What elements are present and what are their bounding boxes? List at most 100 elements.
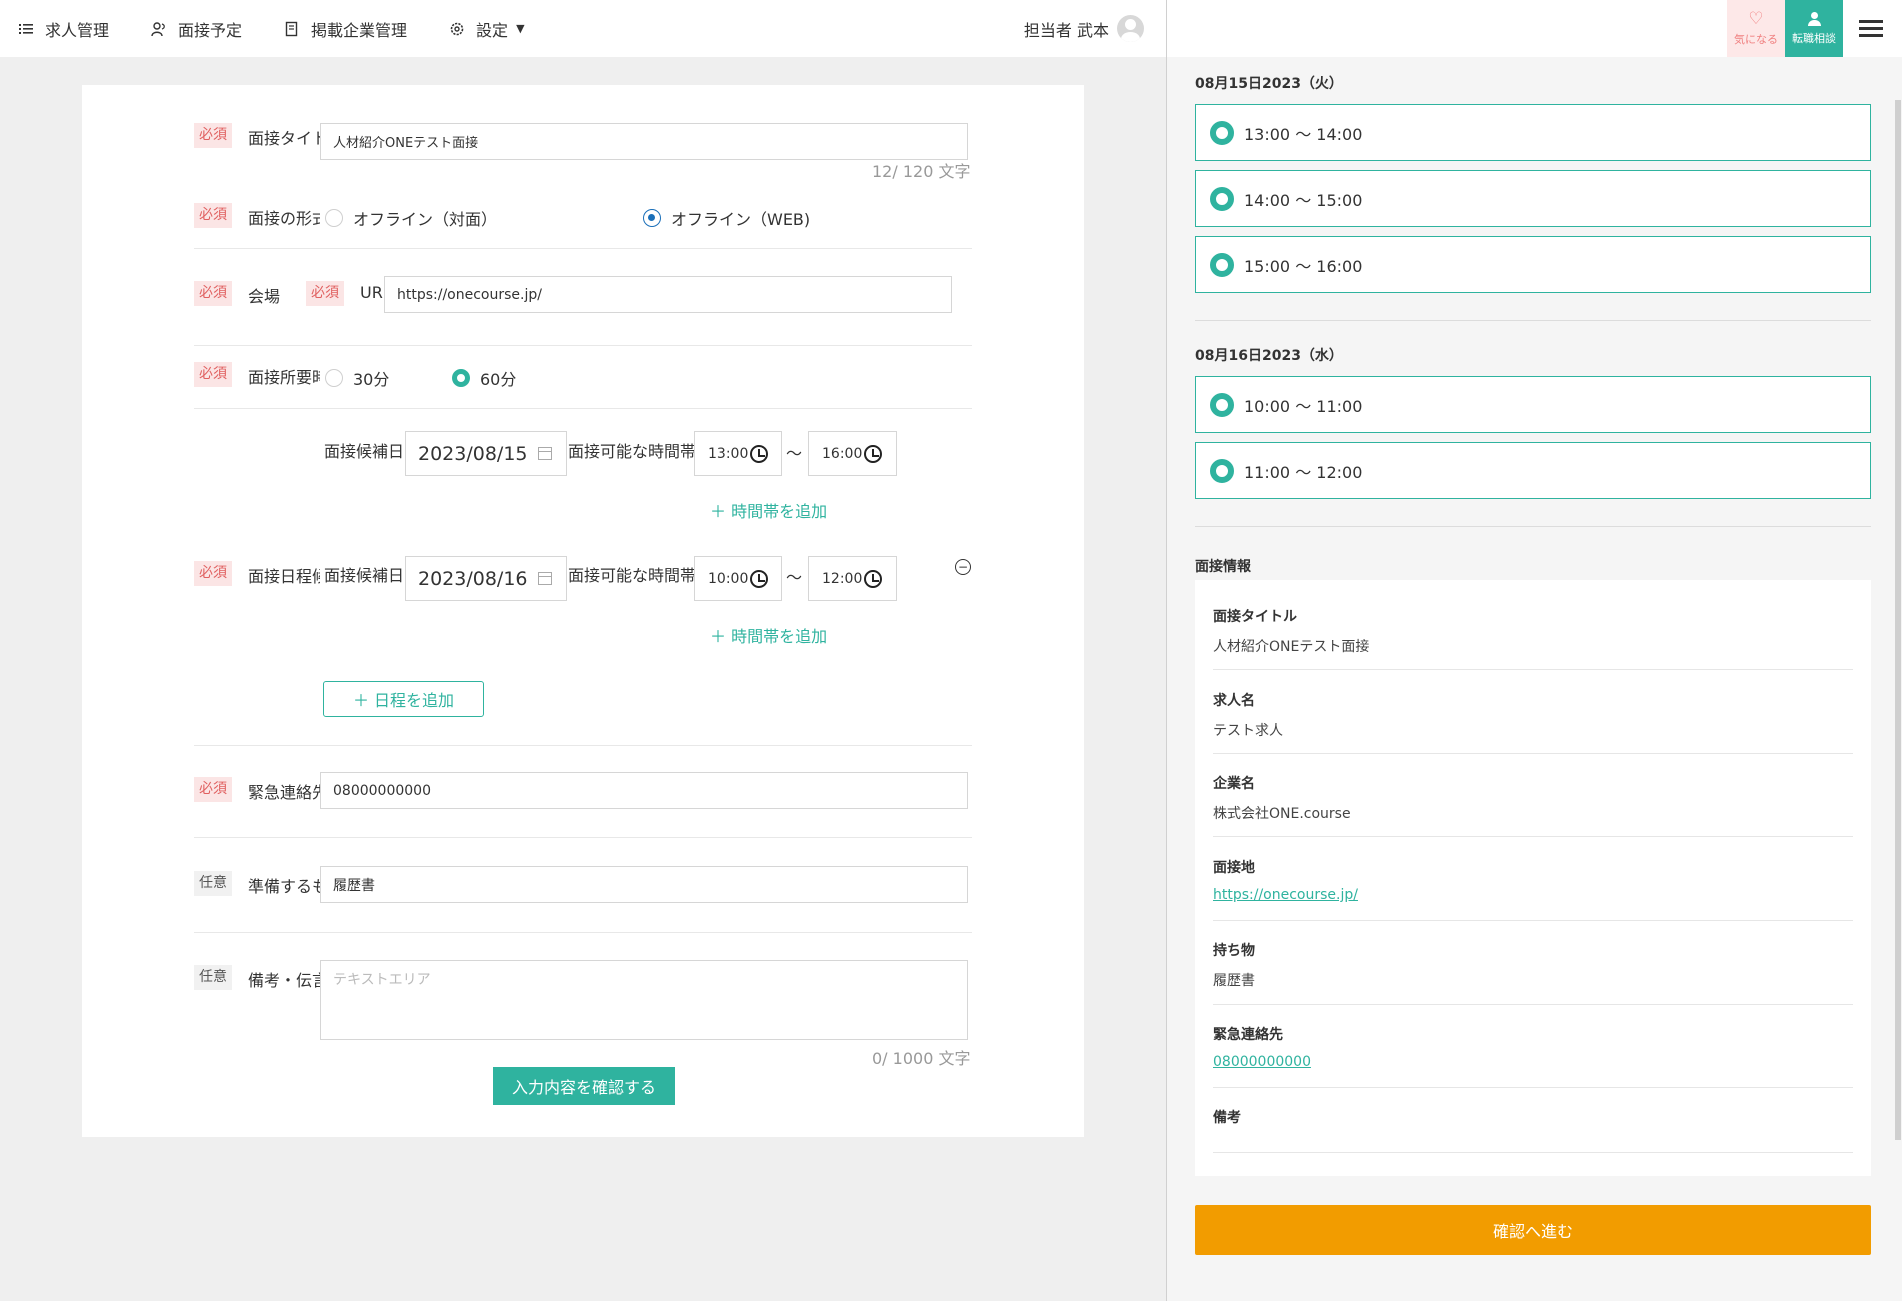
time-slot[interactable]: 13:00 〜 14:00 — [1195, 104, 1871, 161]
divider — [1195, 526, 1871, 527]
confirm-input-button[interactable]: 入力内容を確認する — [493, 1067, 675, 1105]
add-time-slot-1[interactable]: ＋ 時間帯を追加 — [710, 498, 827, 522]
clock-icon — [750, 444, 769, 463]
format-label: 面接の形式 — [248, 209, 320, 228]
hamburger-menu-icon[interactable] — [1859, 20, 1883, 38]
title-input[interactable]: 人材紹介ONEテスト面接 — [320, 123, 968, 160]
time-slot[interactable]: 15:00 〜 16:00 — [1195, 236, 1871, 293]
calendar-icon — [537, 572, 552, 585]
info-heading: 面接情報 — [1195, 559, 1251, 575]
slot-radio-icon — [1210, 458, 1234, 483]
user-menu[interactable]: 担当者 武本 — [1024, 15, 1144, 42]
info-item: 持ち物 履歴書 — [1213, 940, 1853, 990]
divider — [194, 345, 972, 346]
required-badge: 必須 — [194, 561, 232, 586]
info-item: 備考 — [1213, 1107, 1853, 1137]
info-item: 企業名 株式会社ONE.course — [1213, 773, 1853, 823]
required-badge: 必須 — [306, 281, 344, 306]
duration-option-30[interactable]: 30分 — [325, 366, 389, 390]
document-icon — [283, 20, 301, 38]
proceed-to-confirm-button[interactable]: 確認へ進む — [1195, 1205, 1871, 1255]
remove-date-icon[interactable]: − — [955, 559, 971, 575]
title-label: 面接タイトル — [248, 129, 320, 148]
avatar — [1117, 15, 1144, 42]
date-input-2[interactable]: 2023/08/16 — [405, 556, 567, 601]
radio-offline[interactable] — [325, 209, 343, 227]
time-slot[interactable]: 10:00 〜 11:00 — [1195, 376, 1871, 433]
url-input[interactable]: https://onecourse.jp/ — [384, 276, 952, 313]
phone-link[interactable]: 08000000000 — [1213, 1054, 1853, 1070]
divider — [194, 248, 972, 249]
radio-web[interactable] — [643, 209, 661, 227]
person-icon — [1808, 11, 1821, 26]
slot-radio-icon — [1210, 186, 1234, 211]
date-value: 2023/08/16 — [418, 567, 528, 590]
available-time-label: 面接可能な時間帯 — [568, 442, 695, 461]
nav-job-management[interactable]: 求人管理 — [17, 17, 109, 41]
time-slot[interactable]: 11:00 〜 12:00 — [1195, 442, 1871, 499]
nav-label: 設定 — [476, 20, 509, 40]
time-value: 12:00 — [822, 570, 863, 587]
title-counter: 12/ 120 文字 — [872, 162, 971, 181]
info-key: 緊急連絡先 — [1213, 1027, 1283, 1043]
time-value: 13:00 — [708, 445, 749, 462]
divider — [1213, 1152, 1853, 1153]
scrollbar[interactable] — [1895, 100, 1901, 1140]
favorite-button[interactable]: ♡ 気になる — [1727, 0, 1785, 57]
emergency-label: 緊急連絡先 — [248, 783, 320, 802]
nav-interview-schedule[interactable]: 面接予定 — [150, 17, 242, 41]
nav-settings[interactable]: 設定 ▼ — [448, 17, 525, 41]
prepare-input[interactable]: 履歴書 — [320, 866, 968, 903]
divider — [1213, 1087, 1853, 1088]
emergency-input[interactable]: 08000000000 — [320, 772, 968, 809]
gear-icon — [448, 20, 466, 38]
notes-label: 備考・伝言 — [248, 971, 320, 990]
time-to-1[interactable]: 16:00 — [808, 431, 897, 476]
radio-label: オフライン（WEB) — [671, 210, 811, 229]
format-option-offline[interactable]: オフライン（対面） — [325, 206, 497, 230]
venue-label: 会場 — [248, 287, 281, 306]
interview-info: 面接タイトル 人材紹介ONEテスト面接 求人名 テスト求人 企業名 株式会社ON… — [1195, 580, 1871, 1176]
optional-badge: 任意 — [194, 871, 232, 896]
divider — [194, 837, 972, 838]
slot-label: 10:00 〜 11:00 — [1244, 396, 1363, 416]
divider — [1213, 1004, 1853, 1005]
heart-icon: ♡ — [1748, 8, 1764, 29]
notes-counter: 0/ 1000 文字 — [872, 1049, 971, 1068]
add-date-button[interactable]: ＋ 日程を追加 — [323, 681, 484, 717]
chevron-down-icon: ▼ — [516, 22, 525, 35]
add-time-slot-2[interactable]: ＋ 時間帯を追加 — [710, 623, 827, 647]
info-value: 人材紹介ONEテスト面接 — [1213, 639, 1370, 655]
slot-radio-icon — [1210, 392, 1234, 417]
clock-icon — [750, 569, 769, 588]
list-icon — [17, 20, 35, 38]
schedule-label: 面接日程候補 — [248, 567, 320, 586]
time-value: 16:00 — [822, 445, 863, 462]
time-from-2[interactable]: 10:00 — [694, 556, 782, 601]
calendar-icon — [537, 447, 552, 460]
duration-option-60[interactable]: 60分 — [452, 366, 516, 390]
divider — [194, 932, 972, 933]
date-input-1[interactable]: 2023/08/15 — [405, 431, 567, 476]
date-value: 2023/08/15 — [418, 442, 528, 465]
radio-60[interactable] — [452, 369, 470, 387]
nav-label: 掲載企業管理 — [311, 20, 408, 40]
required-badge: 必須 — [194, 777, 232, 802]
optional-badge: 任意 — [194, 965, 232, 990]
divider — [1213, 753, 1853, 754]
venue-link[interactable]: https://onecourse.jp/ — [1213, 887, 1853, 903]
nav-company-management[interactable]: 掲載企業管理 — [283, 17, 407, 41]
notes-textarea[interactable]: テキストエリア — [320, 960, 968, 1040]
consult-button[interactable]: 転職相談 — [1785, 0, 1843, 57]
slot-label: 11:00 〜 12:00 — [1244, 462, 1363, 482]
time-from-1[interactable]: 13:00 — [694, 431, 782, 476]
radio-30[interactable] — [325, 369, 343, 387]
candidate-date-label: 面接候補日 — [324, 442, 405, 461]
consult-label: 転職相談 — [1792, 31, 1836, 45]
nav-label: 求人管理 — [45, 20, 110, 40]
format-option-web[interactable]: オフライン（WEB) — [643, 206, 810, 230]
info-key: 面接タイトル — [1213, 609, 1297, 625]
time-slot[interactable]: 14:00 〜 15:00 — [1195, 170, 1871, 227]
time-to-2[interactable]: 12:00 — [808, 556, 897, 601]
divider — [1213, 669, 1853, 670]
